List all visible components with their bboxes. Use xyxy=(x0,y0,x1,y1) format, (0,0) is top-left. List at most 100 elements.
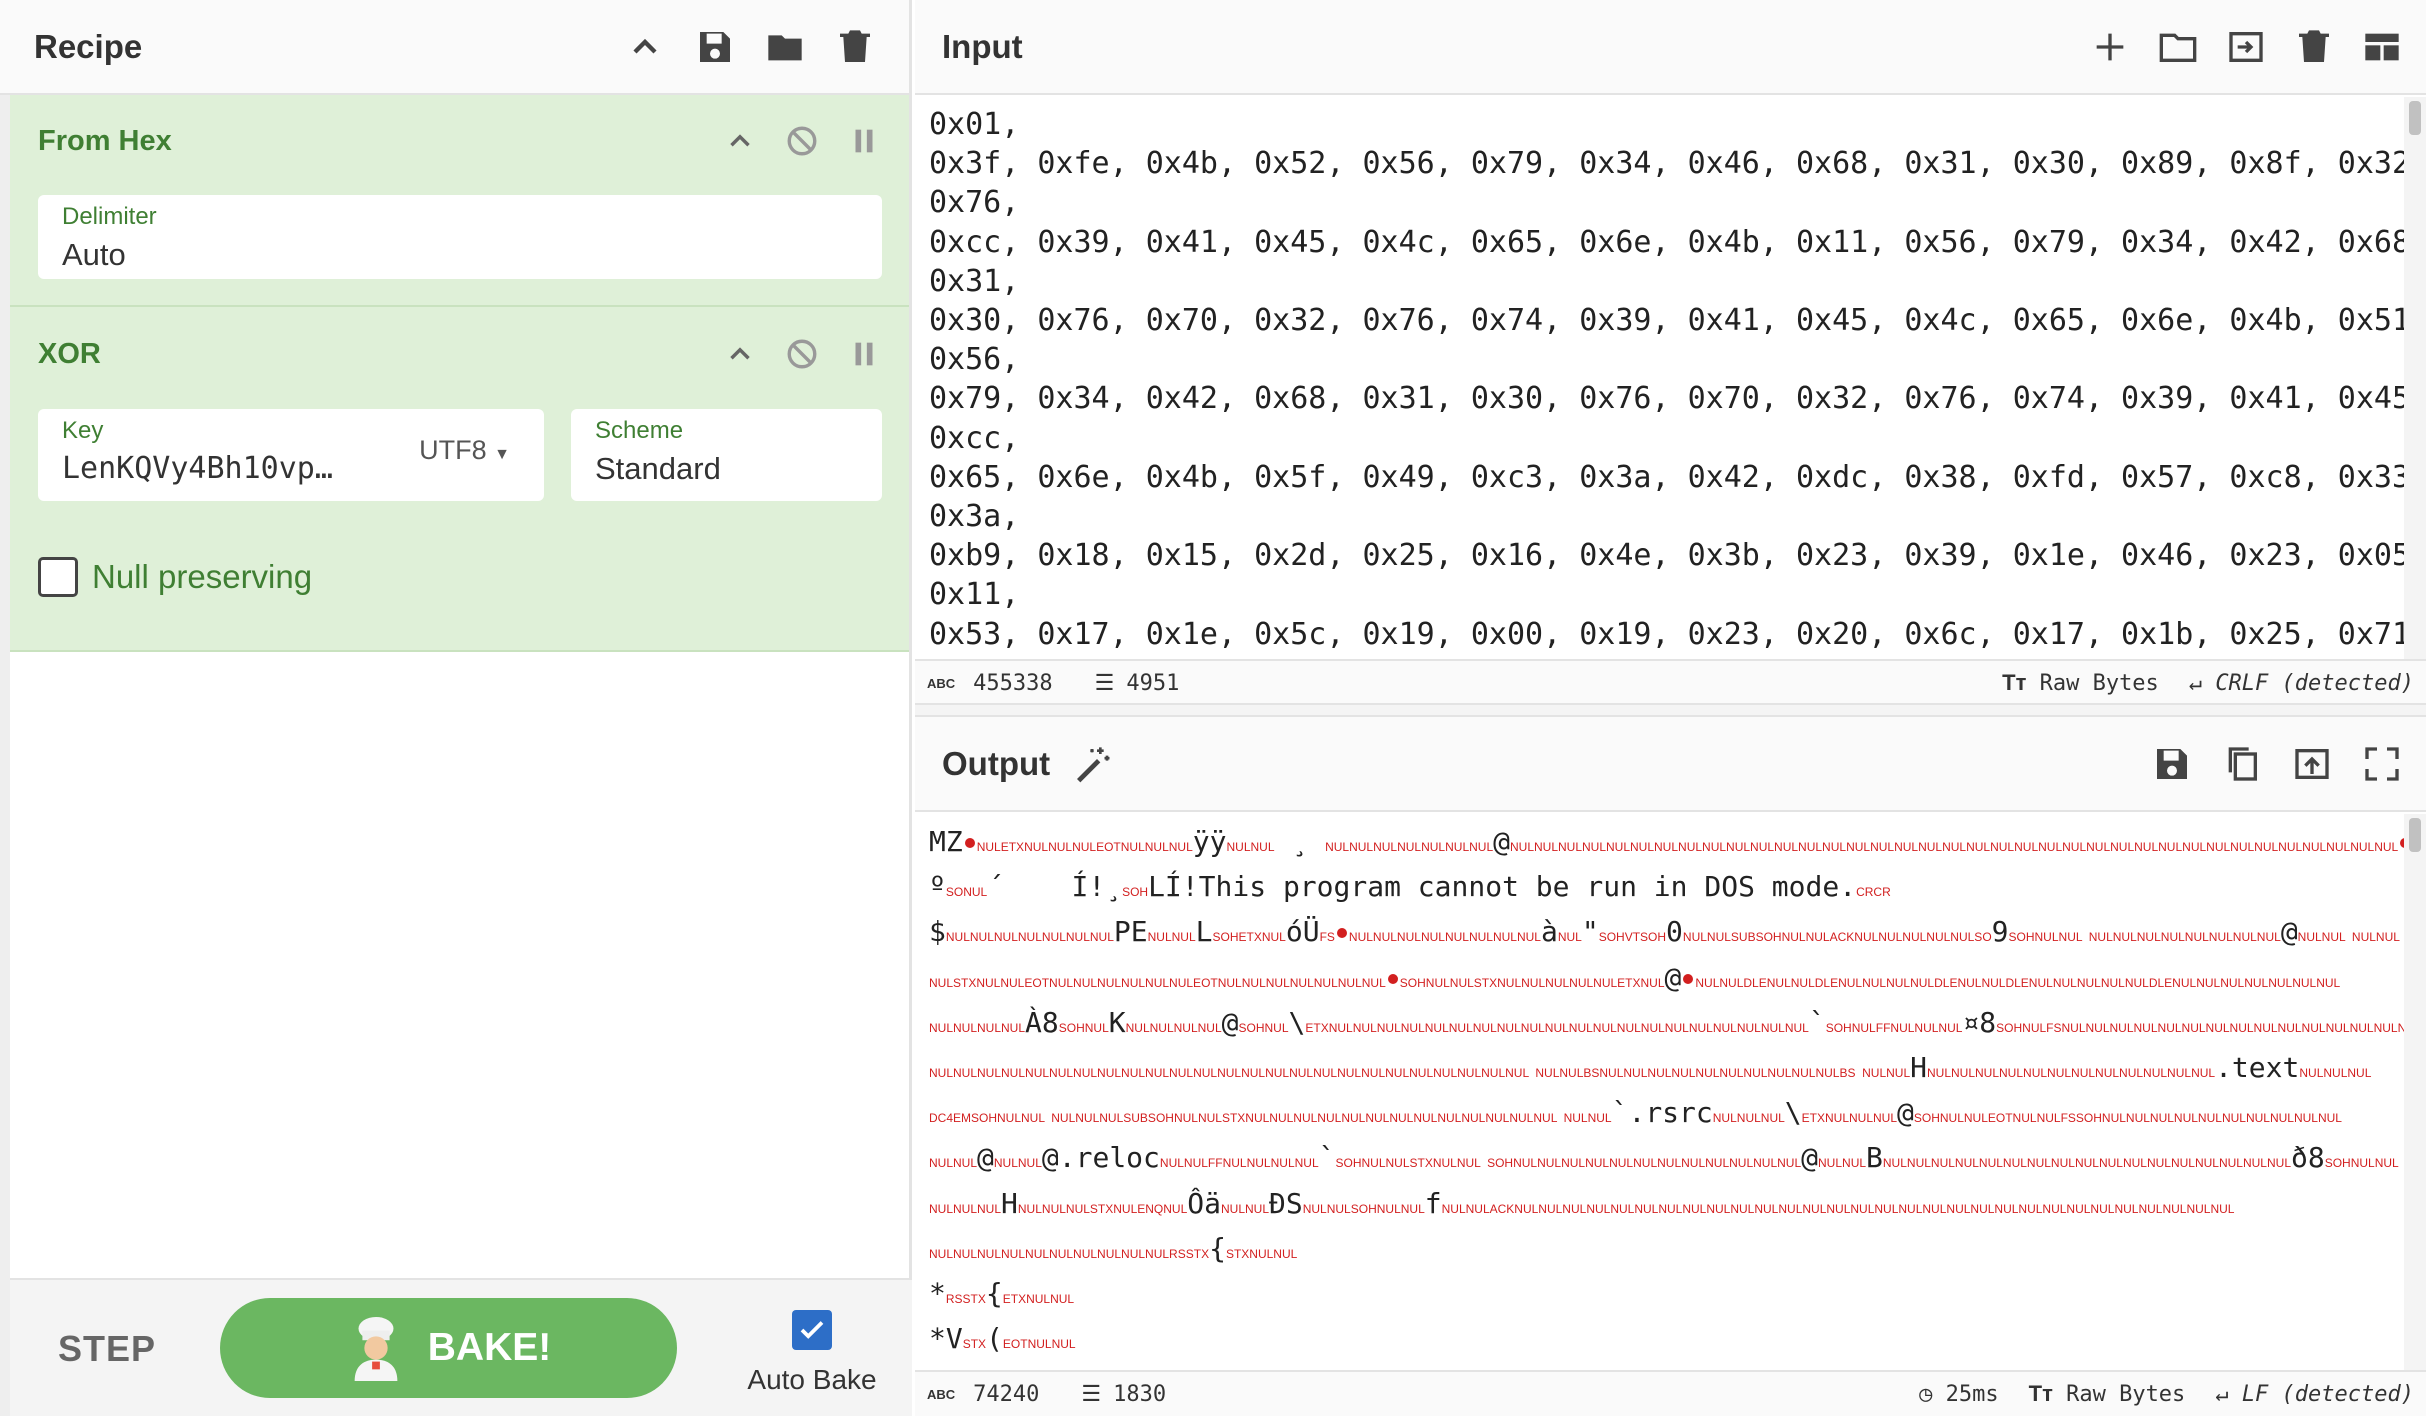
input-title: Input xyxy=(942,27,1023,65)
input-encoding[interactable]: Tт Raw Bytes xyxy=(2002,670,2159,696)
scrollbar-thumb[interactable] xyxy=(2409,101,2421,135)
null-preserving-checkbox[interactable] xyxy=(38,557,78,597)
output-scrollbar[interactable] xyxy=(2404,814,2426,1370)
operation-from-hex: From Hex Delimiter Auto xyxy=(0,95,909,307)
scheme-field[interactable]: Scheme Standard xyxy=(571,409,882,501)
trash-icon[interactable] xyxy=(835,27,875,67)
replace-input-icon[interactable] xyxy=(2292,744,2332,784)
folder-icon[interactable] xyxy=(765,27,805,67)
panel-resize-edge xyxy=(0,95,10,1416)
input-line: 0x3f, 0xfe, 0x4b, 0x52, 0x56, 0x79, 0x34… xyxy=(929,146,2404,182)
output-text: @ xyxy=(2280,915,2298,949)
output-text: 0 xyxy=(1666,915,1683,949)
output-text: Ôä xyxy=(1187,1186,1221,1220)
disable-op-icon[interactable] xyxy=(785,337,819,371)
control-char: NULNUL xyxy=(1220,1201,1269,1216)
output-text: à xyxy=(1540,915,1558,949)
return-arrow-icon: ↵ xyxy=(2215,1381,2229,1407)
control-dot-icon xyxy=(1387,973,1398,984)
output-text: B xyxy=(1866,1141,1883,1175)
null-preserving-option[interactable]: Null preserving xyxy=(38,557,312,597)
open-file-icon[interactable] xyxy=(2226,27,2266,67)
input-line: 0xcc, xyxy=(929,420,1020,456)
output-text: ` xyxy=(1808,1005,1826,1039)
control-char: STX xyxy=(962,1337,987,1352)
output-text: ¤8 xyxy=(1962,1005,1997,1039)
save-output-icon[interactable] xyxy=(2152,744,2192,784)
add-input-icon[interactable] xyxy=(2090,27,2130,67)
output-text: ´ Í!¸ xyxy=(987,870,1123,904)
control-char: NULNULNUL xyxy=(1890,1020,1963,1035)
input-status-bar: ABC 455338 ☰ 4951 Tт Raw Bytes ↵ CRLF (d… xyxy=(915,659,2426,705)
control-char: SOHNULNUL NULNULNULNULNULNULNULNUL xyxy=(2008,930,2281,945)
caret-down-icon: ▼ xyxy=(494,446,510,463)
control-char: NULNULNULNULNULNULNULNULNULNULNULNULNULN… xyxy=(929,1066,1911,1081)
input-line: 0x30, 0x76, 0x70, 0x32, 0x76, 0x74, 0x39… xyxy=(929,303,2404,339)
output-line: ºSONUL´ Í!¸SOHLÍ!This program cannot be … xyxy=(929,867,2390,912)
input-scrollbar[interactable] xyxy=(2404,97,2426,659)
collapse-chevron-icon[interactable] xyxy=(723,124,757,158)
control-dot-icon xyxy=(1683,973,1694,984)
control-char: NULNUL xyxy=(993,1156,1042,1171)
copy-icon[interactable] xyxy=(2222,744,2262,784)
output-line: MZ NULETXNULNULNULEOTNULNULNULÿÿNULNUL ¸ … xyxy=(929,822,2404,867)
output-text: { xyxy=(1209,1231,1226,1265)
control-char: FS xyxy=(1319,930,1335,945)
input-eol[interactable]: ↵ CRLF (detected) xyxy=(2189,671,2414,696)
maximise-icon[interactable] xyxy=(2362,744,2402,784)
control-char: NULNULACKNULNULNULNULNULNULNULNULNULNULN… xyxy=(1441,1201,2235,1216)
delimiter-field[interactable]: Delimiter Auto xyxy=(38,195,882,279)
bake-button[interactable]: BAKE! xyxy=(220,1298,677,1398)
output-textarea[interactable]: MZ NULETXNULNULNULEOTNULNULNULÿÿNULNUL ¸ … xyxy=(915,814,2404,1370)
output-line: NULSTXNULNULEOTNULNULNULNULNULNULEOTNULN… xyxy=(929,958,2390,1003)
key-field[interactable]: Key LenKQVy4Bh10vp… UTF8 ▼ xyxy=(38,409,544,501)
lines-icon: ☰ xyxy=(1081,1381,1102,1407)
output-text: ÐS xyxy=(1269,1186,1303,1220)
font-size-icon: Tт xyxy=(2028,1381,2053,1406)
control-char: NULNULNUL xyxy=(929,1201,1002,1216)
auto-bake-label: Auto Bake xyxy=(747,1364,877,1395)
control-char: NULNUL xyxy=(1147,930,1196,945)
key-value: LenKQVy4Bh10vp… xyxy=(62,451,333,486)
magic-wand-icon[interactable] xyxy=(1072,744,1112,784)
operation-xor: XOR Key LenKQVy4Bh10vp… UTF8 ▼ Scheme St… xyxy=(0,307,909,652)
pause-icon[interactable] xyxy=(847,337,881,371)
output-text: @ xyxy=(1221,1005,1239,1039)
output-char-count: 74240 xyxy=(973,1381,1040,1407)
control-char: NULNUL NULNUL xyxy=(2297,930,2400,945)
step-button[interactable]: STEP xyxy=(58,1328,156,1370)
return-arrow-icon: ↵ xyxy=(2188,670,2203,696)
recipe-title: Recipe xyxy=(34,27,143,65)
output-text: * xyxy=(929,1277,946,1311)
output-text: L xyxy=(1195,915,1213,949)
control-char: NULNULNULNUL xyxy=(1222,1156,1319,1171)
output-eol[interactable]: ↵ LF (detected) xyxy=(2215,1382,2414,1407)
input-textarea[interactable]: 0x01, 0x3f, 0xfe, 0x4b, 0x52, 0x56, 0x79,… xyxy=(915,97,2404,659)
control-char: SOHNULNUL xyxy=(2324,1156,2399,1171)
output-text: óÜ xyxy=(1285,915,1320,949)
control-char: ETXNULNULNUL xyxy=(1801,1111,1898,1126)
chevron-up-icon[interactable] xyxy=(625,27,665,67)
key-encoding-select[interactable]: UTF8 ▼ xyxy=(419,435,510,466)
clock-icon: ◷ xyxy=(1919,1381,1933,1407)
pause-icon[interactable] xyxy=(847,124,881,158)
input-line: 0x11, xyxy=(929,577,1020,613)
auto-bake-checkbox[interactable] xyxy=(792,1310,832,1350)
output-encoding[interactable]: Tт Raw Bytes xyxy=(2029,1381,2186,1407)
checkmark-icon xyxy=(800,1321,824,1339)
collapse-chevron-icon[interactable] xyxy=(723,337,757,371)
scrollbar-thumb[interactable] xyxy=(2409,818,2421,852)
output-line: NULNULNULNULNULNULNULNULNULNULNULNULNULN… xyxy=(929,1048,2390,1093)
control-char: NULNULNUL xyxy=(1712,1111,1785,1126)
input-char-count: 455338 xyxy=(973,670,1053,696)
disable-op-icon[interactable] xyxy=(785,124,819,158)
output-text: $ xyxy=(929,915,946,949)
clear-input-icon[interactable] xyxy=(2294,27,2334,67)
auto-bake-option[interactable]: Auto Bake xyxy=(732,1310,892,1396)
layout-icon[interactable] xyxy=(2362,27,2402,67)
open-folder-icon[interactable] xyxy=(2158,27,2198,67)
control-char: NULNULNUL xyxy=(2299,1066,2372,1081)
save-recipe-icon[interactable] xyxy=(695,27,735,67)
output-text: ÿÿ xyxy=(1192,825,1227,858)
input-line: 0x01, xyxy=(929,107,1020,142)
